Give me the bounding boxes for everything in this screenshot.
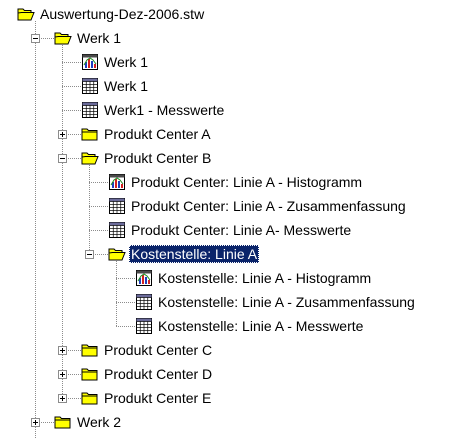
expand-toggle[interactable] [31, 418, 40, 427]
tree-node-label[interactable]: Werk 1 [102, 77, 150, 95]
tree-connector-horizontal [62, 86, 81, 87]
collapse-toggle[interactable] [58, 154, 67, 163]
folder-closed-icon [81, 125, 99, 143]
tree-node-label[interactable]: Kostenstelle: Linie A [129, 245, 260, 263]
expand-toggle[interactable] [58, 370, 67, 379]
folder-closed-icon [81, 341, 99, 359]
tree-node-label[interactable]: Produkt Center A [102, 125, 213, 143]
tree-connector-horizontal [89, 230, 108, 231]
histogram-chart-icon [81, 53, 99, 71]
tree-node-label[interactable]: Werk 1 [75, 29, 123, 47]
tree-node-label[interactable]: Produkt Center B [102, 149, 213, 167]
tree-node-label[interactable]: Werk 1 [102, 53, 150, 71]
expand-toggle[interactable] [58, 346, 67, 355]
tree-node-label[interactable]: Kostenstelle: Linie A - Zusammenfassung [156, 293, 417, 311]
histogram-chart-icon [108, 173, 126, 191]
tree-connector-horizontal [116, 278, 135, 279]
tree-node-label[interactable]: Produkt Center: Linie A - Zusammenfassun… [129, 197, 408, 215]
expand-toggle[interactable] [58, 394, 67, 403]
data-table-icon [135, 317, 153, 335]
collapse-toggle[interactable] [85, 250, 94, 259]
tree-node-label[interactable]: Produkt Center: Linie A - Histogramm [129, 173, 364, 191]
data-table-icon [81, 101, 99, 119]
collapse-toggle[interactable] [31, 34, 40, 43]
tree-node-label[interactable]: Produkt Center D [102, 365, 214, 383]
data-table-icon [81, 77, 99, 95]
tree-connector-horizontal [116, 302, 135, 303]
data-table-icon [135, 293, 153, 311]
histogram-chart-icon [135, 269, 153, 287]
tree-connector-horizontal [89, 182, 108, 183]
folder-open-icon [108, 245, 126, 263]
folder-open-icon [81, 149, 99, 167]
tree-connector-horizontal [116, 326, 135, 327]
tree-connector-horizontal [62, 62, 81, 63]
tree-node-label[interactable]: Auswertung-Dez-2006.stw [38, 5, 206, 23]
tree-node-label[interactable]: Werk 2 [75, 413, 123, 431]
tree-connector-vertical [35, 21, 36, 422]
expand-toggle[interactable] [58, 130, 67, 139]
folder-open-icon [17, 5, 35, 23]
tree-view[interactable]: Auswertung-Dez-2006.stw Werk 1 Werk 1 We… [0, 0, 460, 438]
folder-open-icon [54, 29, 72, 47]
tree-node-label[interactable]: Kostenstelle: Linie A - Histogramm [156, 269, 373, 287]
tree-connector-vertical [89, 165, 90, 254]
data-table-icon [108, 221, 126, 239]
tree-node-label[interactable]: Kostenstelle: Linie A - Messwerte [156, 317, 365, 335]
folder-closed-icon [54, 413, 72, 431]
tree-node-label[interactable]: Produkt Center E [102, 389, 213, 407]
folder-closed-icon [81, 389, 99, 407]
tree-connector-horizontal [89, 206, 108, 207]
folder-closed-icon [81, 365, 99, 383]
tree-node-label[interactable]: Werk1 - Messwerte [102, 101, 226, 119]
tree-connector-vertical [116, 261, 117, 326]
data-table-icon [108, 197, 126, 215]
tree-node-label[interactable]: Produkt Center C [102, 341, 214, 359]
tree-node-label[interactable]: Produkt Center: Linie A- Messwerte [129, 221, 353, 239]
tree-connector-horizontal [62, 110, 81, 111]
